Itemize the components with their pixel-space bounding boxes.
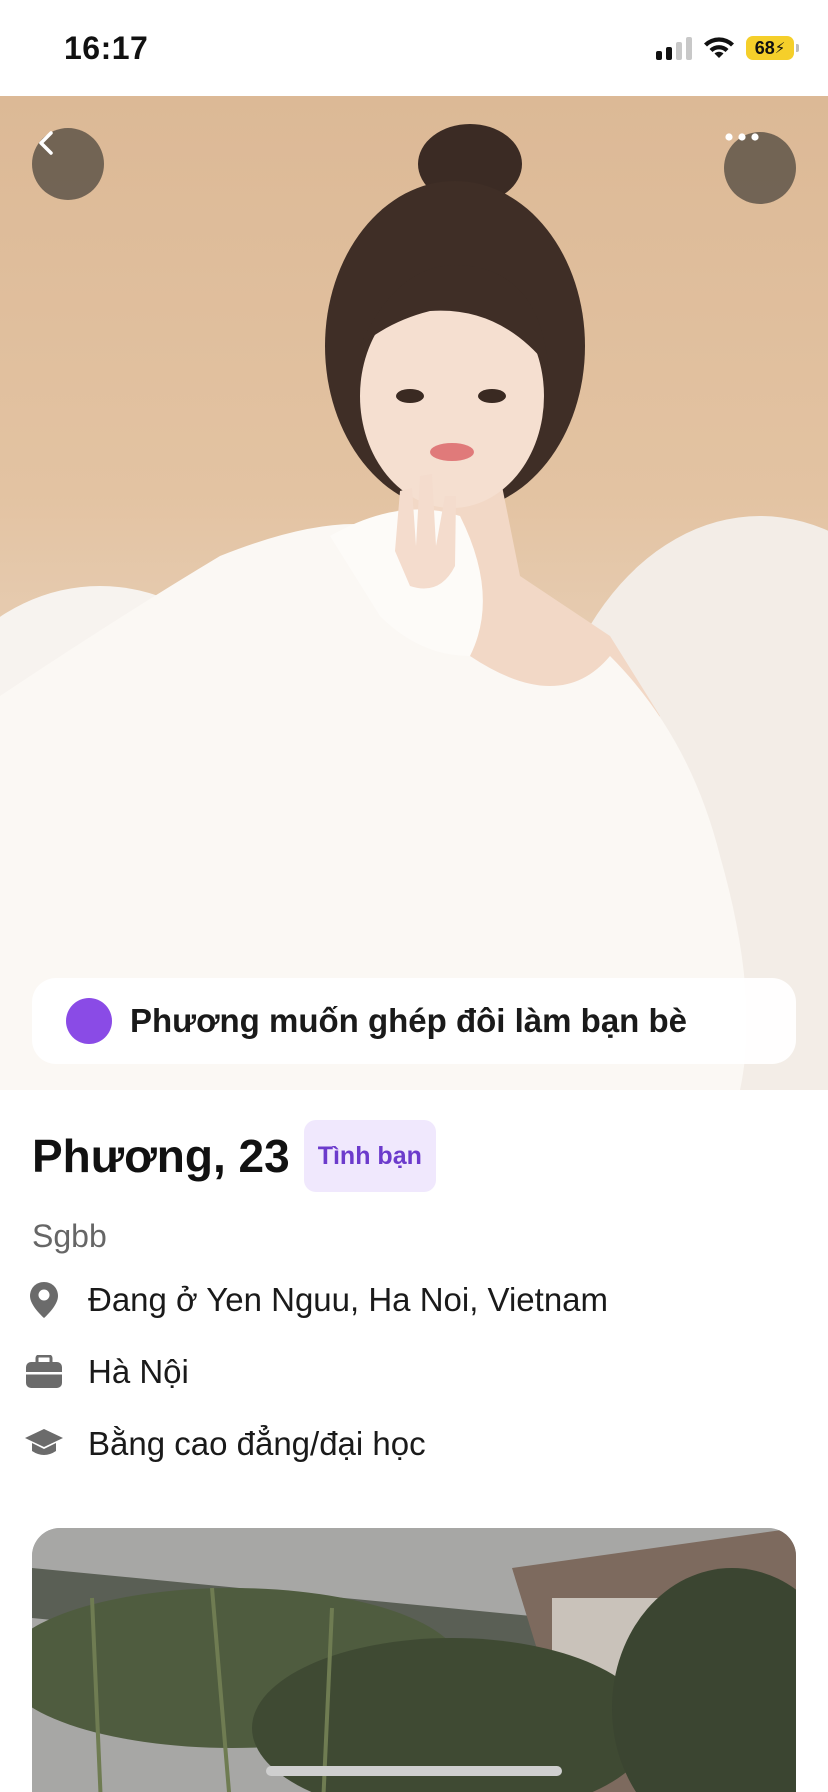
more-options-button[interactable] <box>724 132 796 204</box>
education-detail: Bằng cao đẳng/đại học <box>24 1424 426 1464</box>
name-row: Phương, 23 Tình bạn <box>32 1120 436 1192</box>
match-intent-text: Phương muốn ghép đôi làm bạn bè <box>130 1002 688 1039</box>
more-horizontal-icon <box>725 133 759 141</box>
profile-screen: 16:17 68 ⚡ Phương muốn ghép đôi làm bạn … <box>0 0 828 1792</box>
wifi-icon <box>704 37 734 58</box>
location-pin-icon <box>24 1280 64 1320</box>
profile-secondary-photo[interactable] <box>32 1528 796 1792</box>
education-text: Bằng cao đẳng/đại học <box>88 1425 426 1462</box>
relationship-goal-badge: Tình bạn <box>303 1120 436 1192</box>
battery-icon: 68 ⚡ <box>746 36 799 60</box>
back-button[interactable] <box>32 128 104 200</box>
briefcase-icon <box>24 1352 64 1392</box>
match-intent-banner: Phương muốn ghép đôi làm bạn bè <box>32 978 796 1064</box>
smile-icon <box>38 986 112 1044</box>
profile-main-photo[interactable]: Phương muốn ghép đôi làm bạn bè <box>0 96 828 1090</box>
location-text: Đang ở Yen Nguu, Ha Noi, Vietnam <box>88 1281 609 1318</box>
outdoor-photo-illustration <box>32 1528 796 1792</box>
work-text: Hà Nội <box>88 1353 189 1390</box>
profile-bio: Sgbb <box>32 1218 107 1254</box>
status-bar: 16:17 68 ⚡ <box>0 0 828 96</box>
chevron-left-icon <box>39 131 53 155</box>
status-time: 16:17 <box>64 30 149 66</box>
profile-name-age: Phương, 23 <box>32 1130 290 1182</box>
graduation-cap-icon <box>24 1424 64 1464</box>
home-indicator[interactable] <box>266 1766 562 1776</box>
status-indicators: 68 ⚡ <box>656 36 799 60</box>
portrait-photo-illustration <box>0 124 828 1090</box>
battery-level: 68 <box>754 37 775 58</box>
cellular-signal-icon <box>656 36 692 60</box>
work-detail: Hà Nội <box>24 1352 189 1392</box>
location-detail: Đang ở Yen Nguu, Ha Noi, Vietnam <box>24 1280 608 1320</box>
